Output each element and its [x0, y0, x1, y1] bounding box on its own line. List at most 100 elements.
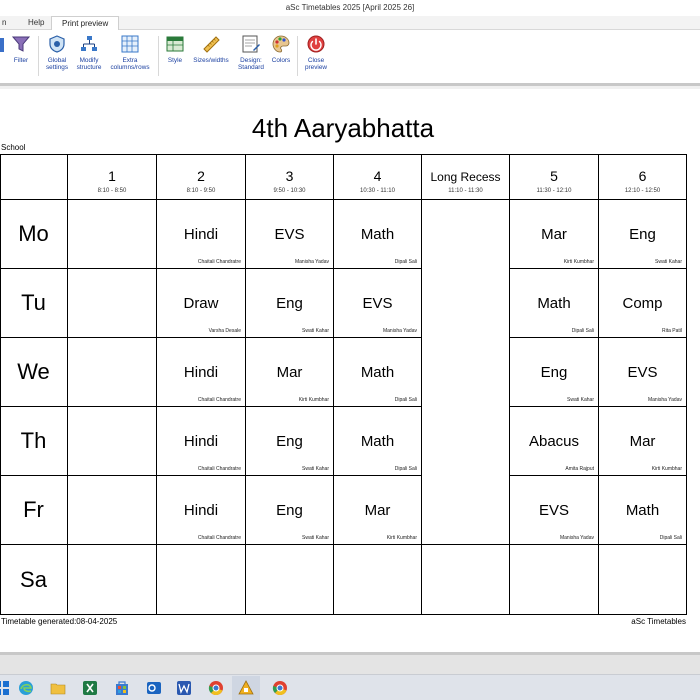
- close-preview-button[interactable]: Close preview: [301, 34, 331, 71]
- word-icon[interactable]: [176, 680, 192, 696]
- empty-slot[interactable]: [599, 545, 687, 615]
- colors-button[interactable]: Colors: [268, 34, 294, 64]
- lesson-card[interactable]: Mar Kirti Kumbhar: [599, 407, 687, 476]
- lesson-subject: Eng: [629, 226, 656, 243]
- lesson-card[interactable]: Math Dipali Sali: [334, 200, 422, 269]
- lesson-card[interactable]: Hindi Chaitali Chandratre: [157, 200, 246, 269]
- settings-icon: [49, 35, 65, 53]
- empty-slot[interactable]: [68, 407, 157, 476]
- period-time: 11:30 - 12:10: [536, 188, 572, 194]
- lesson-card[interactable]: Math Dipali Sali: [334, 338, 422, 407]
- menu-tab-help[interactable]: Help: [28, 16, 44, 30]
- lesson-teacher: Manisha Yadav: [294, 259, 329, 265]
- lesson-teacher: Swati Kahar: [655, 259, 682, 265]
- sizes-widths-button[interactable]: Sizes/widths: [189, 34, 233, 64]
- lesson-card[interactable]: Comp Rita Patil: [599, 269, 687, 338]
- outlook-icon[interactable]: [146, 680, 162, 696]
- modify-structure-button[interactable]: Modify structure: [73, 34, 105, 71]
- extra-columns-rows-button[interactable]: Extra columns/rows: [106, 34, 154, 71]
- period-time: 11:10 - 11:30: [448, 188, 483, 194]
- lesson-card[interactable]: Hindi Chaitali Chandratre: [157, 476, 246, 545]
- lesson-subject: EVS: [538, 502, 569, 519]
- day-label: Fr: [23, 497, 44, 522]
- day-header: Mo: [0, 200, 68, 269]
- lesson-card[interactable]: Math Dipali Sali: [599, 476, 687, 545]
- lesson-subject: EVS: [362, 295, 393, 312]
- lesson-card[interactable]: EVS Manisha Yadav: [246, 200, 334, 269]
- lesson-card[interactable]: Mar Kirti Kumbhar: [246, 338, 334, 407]
- period-time: 12:10 - 12:50: [624, 188, 661, 194]
- taskbar: [0, 674, 700, 700]
- lesson-card[interactable]: Mar Kirti Kumbhar: [334, 476, 422, 545]
- ribbon-toolbar: Filter Global settings Modify structure …: [0, 30, 700, 86]
- empty-slot[interactable]: [334, 545, 422, 615]
- lesson-card[interactable]: Eng Swati Kahar: [599, 200, 687, 269]
- period-time: 9:50 - 10:30: [273, 188, 306, 194]
- windows-icon[interactable]: [0, 680, 10, 696]
- lesson-card[interactable]: Hindi Chaitali Chandratre: [157, 338, 246, 407]
- empty-slot[interactable]: [68, 338, 157, 407]
- file-explorer-icon[interactable]: [50, 680, 66, 696]
- lesson-card[interactable]: Eng Swati Kahar: [510, 338, 599, 407]
- empty-slot[interactable]: [68, 200, 157, 269]
- lesson-card[interactable]: EVS Manisha Yadav: [510, 476, 599, 545]
- style-button[interactable]: Style: [162, 34, 188, 64]
- lesson-subject: Eng: [276, 295, 303, 312]
- lesson-card[interactable]: EVS Manisha Yadav: [334, 269, 422, 338]
- empty-slot[interactable]: [422, 545, 510, 615]
- empty-slot[interactable]: [68, 545, 157, 615]
- lesson-card[interactable]: Math Dipali Sali: [334, 407, 422, 476]
- ruler-icon: [203, 36, 220, 53]
- day-header: Sa: [0, 545, 68, 615]
- ribbon-separator: [38, 36, 39, 76]
- lesson-teacher: Chaitali Chandratre: [197, 397, 241, 403]
- generated-date: Timetable generated:08-04-2025: [1, 617, 118, 626]
- ribbon-partial-icon: [0, 38, 4, 52]
- lesson-card[interactable]: Mar Kirti Kumbhar: [510, 200, 599, 269]
- lesson-teacher: Amita Rajput: [565, 466, 594, 472]
- empty-slot[interactable]: [246, 545, 334, 615]
- edge-icon[interactable]: [18, 680, 34, 696]
- lesson-teacher: Manisha Yadav: [559, 535, 594, 541]
- excel-icon[interactable]: [82, 680, 98, 696]
- store-icon[interactable]: [114, 680, 130, 696]
- period-time: 8:10 - 9:50: [186, 188, 216, 194]
- lesson-card[interactable]: Math Dipali Sali: [510, 269, 599, 338]
- chrome-icon[interactable]: [208, 680, 224, 696]
- period-number: 1: [108, 168, 116, 184]
- empty-slot[interactable]: [68, 476, 157, 545]
- design-standard-button[interactable]: Design: Standard: [234, 34, 268, 71]
- asc-timetables-icon[interactable]: [238, 680, 254, 696]
- chrome-alt-icon[interactable]: [272, 680, 288, 696]
- style-icon: [166, 36, 184, 52]
- lesson-teacher: Kirti Kumbhar: [298, 397, 329, 403]
- lesson-teacher: Dipali Sali: [394, 259, 417, 265]
- period-time: 10:30 - 11:10: [360, 188, 395, 194]
- menu-tab-partial[interactable]: n: [2, 16, 6, 30]
- lesson-teacher: Chaitali Chandratre: [197, 535, 241, 541]
- filter-button[interactable]: Filter: [8, 34, 34, 64]
- lesson-teacher: Dipali Sali: [394, 397, 417, 403]
- empty-slot[interactable]: [510, 545, 599, 615]
- global-settings-button[interactable]: Global settings: [42, 34, 72, 71]
- lesson-teacher: Kirti Kumbhar: [386, 535, 417, 541]
- lesson-subject: Math: [537, 295, 571, 312]
- empty-slot[interactable]: [157, 545, 246, 615]
- lesson-subject: Hindi: [183, 433, 219, 450]
- empty-slot[interactable]: [68, 269, 157, 338]
- lesson-card[interactable]: Draw Varsha Desale: [157, 269, 246, 338]
- lesson-subject: Mar: [629, 433, 656, 450]
- lesson-card[interactable]: Eng Swati Kahar: [246, 476, 334, 545]
- lesson-card[interactable]: Eng Swati Kahar: [246, 407, 334, 476]
- palette-icon: [272, 35, 290, 53]
- period-header: 4 10:30 - 11:10: [334, 154, 422, 200]
- menu-tab-print-preview[interactable]: Print preview: [51, 16, 120, 30]
- lesson-teacher: Dipali Sali: [571, 328, 594, 334]
- school-label: School: [1, 143, 26, 152]
- day-label: Sa: [20, 566, 47, 592]
- lesson-card[interactable]: Hindi Chaitali Chandratre: [157, 407, 246, 476]
- lesson-subject: Hindi: [183, 502, 219, 519]
- lesson-card[interactable]: EVS Manisha Yadav: [599, 338, 687, 407]
- lesson-card[interactable]: Abacus Amita Rajput: [510, 407, 599, 476]
- lesson-card[interactable]: Eng Swati Kahar: [246, 269, 334, 338]
